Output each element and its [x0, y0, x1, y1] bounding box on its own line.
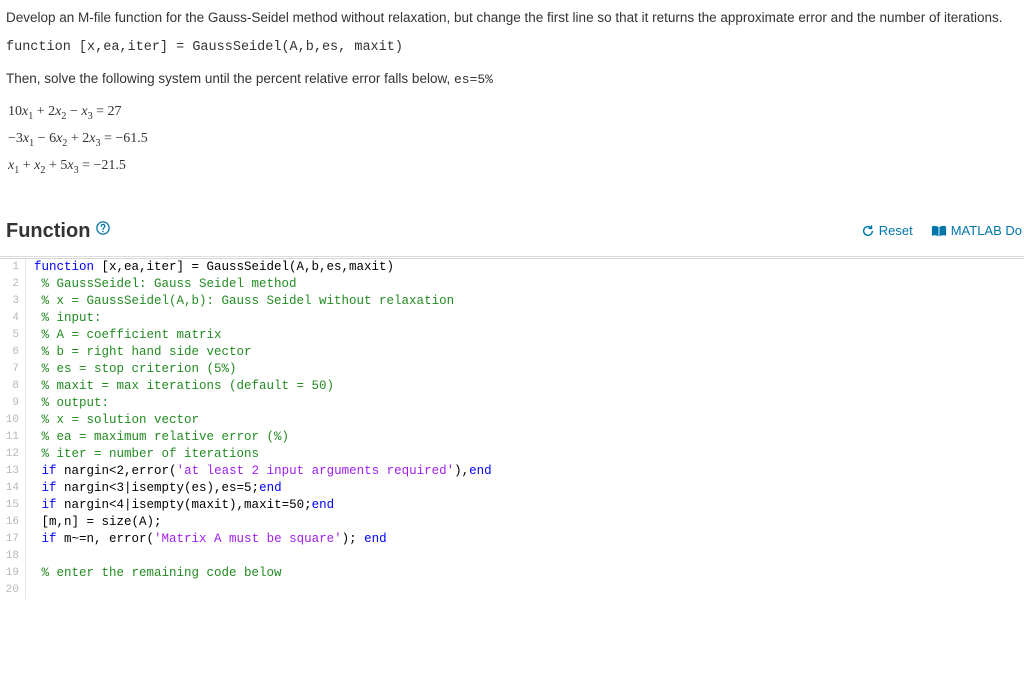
line-number: 11: [0, 429, 26, 446]
code-line[interactable]: % iter = number of iterations: [26, 446, 259, 463]
matlab-docs-button[interactable]: MATLAB Do: [931, 221, 1022, 241]
line-number: 16: [0, 514, 26, 531]
problem-code-line: function [x,ea,iter] = GaussSeidel(A,b,e…: [6, 38, 1018, 58]
line-number: 18: [0, 548, 26, 565]
code-line[interactable]: % ea = maximum relative error (%): [26, 429, 289, 446]
code-line[interactable]: % es = stop criterion (5%): [26, 361, 237, 378]
code-line[interactable]: % x = GaussSeidel(A,b): Gauss Seidel wit…: [26, 293, 454, 310]
line-number: 17: [0, 531, 26, 548]
header-actions: Reset MATLAB Do: [861, 221, 1022, 241]
code-line[interactable]: [m,n] = size(A);: [26, 514, 162, 531]
code-line[interactable]: if m~=n, error('Matrix A must be square'…: [26, 531, 387, 548]
code-row[interactable]: 15 if nargin<4|isempty(maxit),maxit=50;e…: [0, 497, 1024, 514]
code-line[interactable]: if nargin<3|isempty(es),es=5;end: [26, 480, 282, 497]
code-line[interactable]: if nargin<2,error('at least 2 input argu…: [26, 463, 492, 480]
line-number: 7: [0, 361, 26, 378]
equation-block: 10x1 + 2x2 − x3 = 27 −3x1 − 6x2 + 2x3 = …: [8, 99, 1018, 180]
section-title-wrap: Function: [6, 216, 110, 246]
reset-icon: [861, 224, 875, 238]
code-editor[interactable]: 1function [x,ea,iter] = GaussSeidel(A,b,…: [0, 258, 1024, 599]
code-line[interactable]: % maxit = max iterations (default = 50): [26, 378, 334, 395]
code-row[interactable]: 13 if nargin<2,error('at least 2 input a…: [0, 463, 1024, 480]
code-row[interactable]: 11 % ea = maximum relative error (%): [0, 429, 1024, 446]
line-number: 6: [0, 344, 26, 361]
code-line[interactable]: % enter the remaining code below: [26, 565, 282, 582]
problem-statement: Develop an M-file function for the Gauss…: [0, 0, 1024, 180]
line-number: 10: [0, 412, 26, 429]
line-number: 12: [0, 446, 26, 463]
code-row[interactable]: 6 % b = right hand side vector: [0, 344, 1024, 361]
equation-2: −3x1 − 6x2 + 2x3 = −61.5: [8, 126, 1018, 153]
reset-label: Reset: [879, 221, 913, 241]
code-row[interactable]: 10 % x = solution vector: [0, 412, 1024, 429]
code-row[interactable]: 9 % output:: [0, 395, 1024, 412]
code-line[interactable]: % b = right hand side vector: [26, 344, 252, 361]
code-line[interactable]: % GaussSeidel: Gauss Seidel method: [26, 276, 297, 293]
code-row[interactable]: 5 % A = coefficient matrix: [0, 327, 1024, 344]
matlab-label: MATLAB Do: [951, 221, 1022, 241]
code-line[interactable]: [26, 582, 34, 599]
help-icon[interactable]: [96, 220, 110, 241]
section-title: Function: [6, 216, 90, 246]
problem-es-value: es=5%: [454, 72, 493, 87]
problem-line1: Develop an M-file function for the Gauss…: [6, 8, 1018, 28]
code-row[interactable]: 20: [0, 582, 1024, 599]
line-number: 2: [0, 276, 26, 293]
code-row[interactable]: 14 if nargin<3|isempty(es),es=5;end: [0, 480, 1024, 497]
line-number: 5: [0, 327, 26, 344]
code-line[interactable]: % input:: [26, 310, 102, 327]
line-number: 1: [0, 259, 26, 276]
code-line[interactable]: function [x,ea,iter] = GaussSeidel(A,b,e…: [26, 259, 394, 276]
code-line[interactable]: % A = coefficient matrix: [26, 327, 222, 344]
code-line[interactable]: if nargin<4|isempty(maxit),maxit=50;end: [26, 497, 334, 514]
code-row[interactable]: 8 % maxit = max iterations (default = 50…: [0, 378, 1024, 395]
code-line[interactable]: % x = solution vector: [26, 412, 199, 429]
code-row[interactable]: 17 if m~=n, error('Matrix A must be squa…: [0, 531, 1024, 548]
code-row[interactable]: 16 [m,n] = size(A);: [0, 514, 1024, 531]
code-row[interactable]: 12 % iter = number of iterations: [0, 446, 1024, 463]
code-line[interactable]: [26, 548, 34, 565]
line-number: 19: [0, 565, 26, 582]
code-line[interactable]: % output:: [26, 395, 109, 412]
code-row[interactable]: 3 % x = GaussSeidel(A,b): Gauss Seidel w…: [0, 293, 1024, 310]
line-number: 20: [0, 582, 26, 599]
line-number: 9: [0, 395, 26, 412]
book-icon: [931, 224, 947, 238]
code-row[interactable]: 2 % GaussSeidel: Gauss Seidel method: [0, 276, 1024, 293]
line-number: 15: [0, 497, 26, 514]
line-number: 8: [0, 378, 26, 395]
line-number: 3: [0, 293, 26, 310]
line-number: 4: [0, 310, 26, 327]
equation-3: x1 + x2 + 5x3 = −21.5: [8, 153, 1018, 180]
problem-line2-text: Then, solve the following system until t…: [6, 71, 454, 86]
code-row[interactable]: 19 % enter the remaining code below: [0, 565, 1024, 582]
code-row[interactable]: 1function [x,ea,iter] = GaussSeidel(A,b,…: [0, 259, 1024, 276]
function-section-header: Function Reset MATLAB Do: [0, 210, 1024, 257]
code-row[interactable]: 4 % input:: [0, 310, 1024, 327]
problem-line2: Then, solve the following system until t…: [6, 69, 1018, 90]
line-number: 13: [0, 463, 26, 480]
code-row[interactable]: 18: [0, 548, 1024, 565]
equation-1: 10x1 + 2x2 − x3 = 27: [8, 99, 1018, 126]
line-number: 14: [0, 480, 26, 497]
reset-button[interactable]: Reset: [861, 221, 913, 241]
code-row[interactable]: 7 % es = stop criterion (5%): [0, 361, 1024, 378]
